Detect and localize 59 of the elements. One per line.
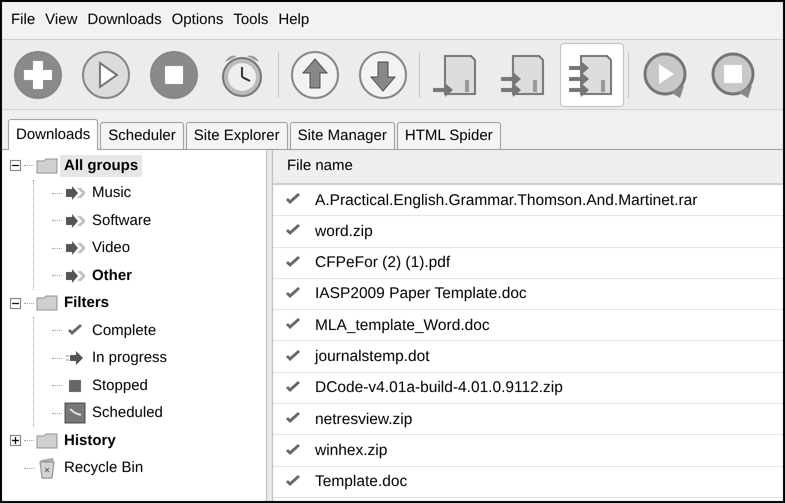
tree-item[interactable]: Filters [60,292,114,314]
tree-item[interactable]: Other [88,264,136,287]
tree-item[interactable]: All groups [60,154,142,177]
menu-item[interactable]: Options [166,9,228,32]
check-icon [285,256,301,270]
table-cell-text: netresview.zip [315,410,412,430]
tab[interactable]: Site Manager [290,122,395,149]
check-icon [285,444,301,458]
menu-item[interactable]: Help [273,9,314,32]
tree-item[interactable]: In progress [88,347,172,370]
tree-item[interactable]: Video [88,237,134,260]
stop-icon [149,50,199,100]
arrow-icon [66,351,84,366]
expand-toggle[interactable] [10,435,20,446]
check-icon [285,474,301,489]
column-header[interactable]: File name [273,150,783,185]
recycle-bin-icon [37,457,57,480]
menu-item[interactable]: File [6,9,40,32]
folder-icon [36,295,58,312]
folder-icon [36,432,58,449]
tab[interactable]: Downloads [8,119,98,150]
clock-icon [64,402,86,424]
menu-item[interactable]: Downloads [82,9,167,32]
tree-item[interactable]: Software [88,210,156,232]
arrow-icon [65,186,85,200]
tree-item[interactable]: Stopped [88,374,152,397]
collapse-toggle[interactable] [10,160,20,172]
table-cell-text: CFPeFor (2) (1).pdf [315,253,450,274]
tab[interactable]: Site Explorer [186,122,288,149]
toolbar-button[interactable] [560,42,624,106]
menu-item[interactable]: View [40,9,82,32]
stop-icon [69,380,81,392]
table-cell-text: A.Practical.English.Grammar.Thomson.And.Martinet.rar [315,190,698,211]
table-cell-text: word.zip [315,222,373,242]
check-icon [285,380,301,395]
tab[interactable]: Scheduler [100,122,184,149]
play-icon [81,50,131,100]
tree-item[interactable]: History [60,430,120,452]
tree-item[interactable]: Music [88,182,136,204]
check-icon [67,324,83,338]
table-cell-text: Template.doc [315,472,408,492]
plus-icon [13,50,63,100]
folder-icon [36,158,58,174]
tree-item[interactable]: Scheduled [88,402,167,424]
collapse-toggle[interactable] [10,298,20,309]
table-cell-text: winhex.zip [315,440,388,461]
table-cell-text: DCode-v4.01a-build-4.01.0.9112.zip [315,378,563,398]
table-cell-text: IASP2009 Paper Template.doc [315,284,527,304]
tab[interactable]: HTML Spider [396,122,501,149]
arrow-icon [65,241,85,256]
arrow-icon [65,268,85,283]
menu-item[interactable]: Tools [228,9,274,32]
table-cell-text: journalstemp.dot [315,347,430,367]
tree-item[interactable]: Recycle Bin [60,457,148,480]
tree-item[interactable]: Complete [88,320,160,342]
plus-icon [12,437,18,444]
table-cell-text: MLA_template_Word.doc [315,316,490,336]
arrow-icon [65,214,85,228]
check-icon [285,350,301,364]
